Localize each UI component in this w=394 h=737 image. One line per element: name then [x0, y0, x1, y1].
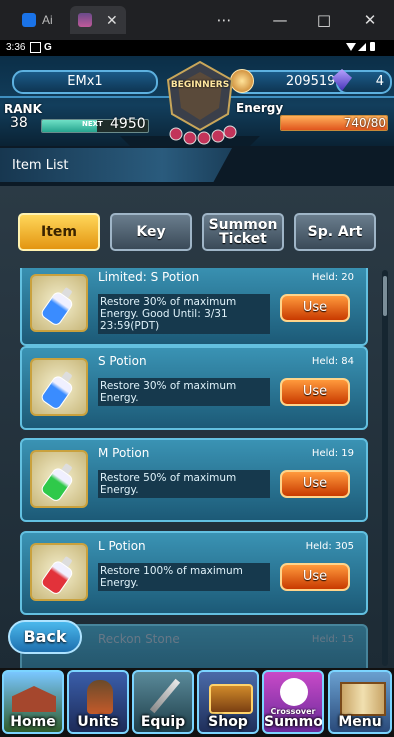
tab-key[interactable]: Key: [110, 213, 192, 251]
tab-summon-ticket[interactable]: Summon Ticket: [202, 213, 284, 251]
nav-equip[interactable]: Equip: [132, 670, 194, 734]
close-button[interactable]: ✕: [360, 10, 380, 30]
item-held-count: Held: 84: [311, 356, 354, 367]
nav-summon[interactable]: Crossover Summon: [262, 670, 324, 734]
player-name: EMx1: [67, 74, 103, 89]
page-title: Item List: [12, 158, 69, 173]
google-icon: G: [44, 42, 52, 53]
player-name-plate: EMx1: [12, 70, 158, 94]
nav-home[interactable]: Home: [2, 670, 64, 734]
wifi-icon: [346, 43, 356, 51]
item-held-count: Held: 19: [311, 448, 354, 459]
energy-label: Energy: [236, 101, 284, 115]
list-item: S Potion Held: 84 Restore 30% of maximum…: [20, 346, 368, 430]
house-icon: [12, 686, 56, 712]
crystal-count: 4: [375, 74, 384, 89]
tab-sp-art[interactable]: Sp. Art: [294, 213, 376, 251]
potion-icon: [30, 543, 88, 601]
tab-sp-art-label: Sp. Art: [307, 224, 363, 240]
battery-icon: [370, 42, 375, 51]
use-button[interactable]: Use: [280, 563, 350, 591]
item-name: S Potion: [98, 354, 147, 368]
signal-icon: [358, 43, 366, 51]
potion-icon: [30, 274, 88, 332]
item-name: Reckon Stone: [98, 632, 180, 646]
item-name: M Potion: [98, 446, 150, 460]
list-item: Limited: S Potion Held: 20 Restore 30% o…: [20, 268, 368, 346]
potion-icon: [30, 450, 88, 508]
nav-equip-label: Equip: [140, 714, 186, 730]
maximize-button[interactable]: □: [314, 10, 334, 30]
next-label: NEXT: [82, 120, 103, 128]
rank-value: 38: [10, 115, 28, 131]
item-name: L Potion: [98, 539, 146, 553]
sword-icon: [149, 678, 181, 714]
nav-units-label: Units: [77, 714, 119, 730]
potion-icon: [30, 358, 88, 416]
unit-portrait-icon: [87, 680, 113, 714]
energy-value: 740/80: [343, 116, 386, 130]
treasure-chest-icon: [209, 684, 253, 714]
status-bar: 3:36 G: [0, 40, 394, 56]
nav-summon-label: Summon: [264, 714, 323, 730]
item-held-count: Held: 15: [311, 634, 354, 645]
item-description: Restore 50% of maximum Energy.: [98, 470, 270, 498]
item-description: Restore 30% of maximum Energy. Good Unti…: [98, 294, 270, 334]
nav-units[interactable]: Units: [67, 670, 129, 734]
list-item: M Potion Held: 19 Restore 50% of maximum…: [20, 438, 368, 522]
tab-key-label: Key: [136, 224, 166, 240]
item-name: Limited: S Potion: [98, 270, 200, 284]
tab-title: Ai: [42, 13, 53, 27]
item-description: Restore 30% of maximum Energy.: [98, 378, 270, 406]
minimize-button[interactable]: —: [270, 10, 290, 30]
item-list[interactable]: Limited: S Potion Held: 20 Restore 30% o…: [20, 268, 372, 668]
rank-label: RANK: [4, 102, 42, 116]
item-held-count: Held: 20: [311, 272, 354, 283]
emblem-label: BEGINNERS: [170, 80, 230, 90]
nav-shop-label: Shop: [208, 714, 248, 730]
mascot-icon: [280, 678, 308, 706]
nav-menu[interactable]: Menu: [328, 670, 392, 734]
app-favicon-icon: [22, 13, 36, 27]
tab-item-label: Item: [41, 224, 77, 240]
use-button[interactable]: Use: [280, 294, 350, 322]
game-favicon-icon: [78, 13, 92, 27]
nav-home-label: Home: [10, 714, 56, 730]
next-exp-value: 4950: [110, 116, 146, 132]
item-description: Restore 100% of maximum Energy.: [98, 563, 270, 591]
screenshot-icon: [30, 42, 41, 53]
browser-tab-1[interactable]: Ai: [14, 6, 62, 34]
book-icon: [340, 682, 386, 716]
browser-titlebar: Ai ✕ ⋯ — □ ✕: [0, 0, 394, 40]
use-button[interactable]: Use: [280, 378, 350, 406]
use-button[interactable]: Use: [280, 470, 350, 498]
list-scrollbar[interactable]: [382, 270, 388, 666]
list-item: L Potion Held: 305 Restore 100% of maxim…: [20, 531, 368, 615]
beginners-emblem: [166, 60, 237, 145]
nav-menu-label: Menu: [338, 714, 382, 730]
tab-item[interactable]: Item: [18, 213, 100, 251]
crystal-counter: 4: [332, 69, 392, 94]
browser-tab-2[interactable]: ✕: [70, 6, 126, 34]
back-button[interactable]: Back: [8, 620, 82, 654]
list-scrollbar-thumb[interactable]: [383, 276, 387, 316]
nav-shop[interactable]: Shop: [197, 670, 259, 734]
tab-summon-ticket-label: Summon Ticket: [208, 217, 278, 247]
more-options-icon[interactable]: ⋯: [214, 10, 234, 30]
status-time: 3:36: [6, 42, 26, 53]
item-held-count: Held: 305: [305, 541, 354, 552]
tab-close-icon[interactable]: ✕: [106, 12, 118, 29]
